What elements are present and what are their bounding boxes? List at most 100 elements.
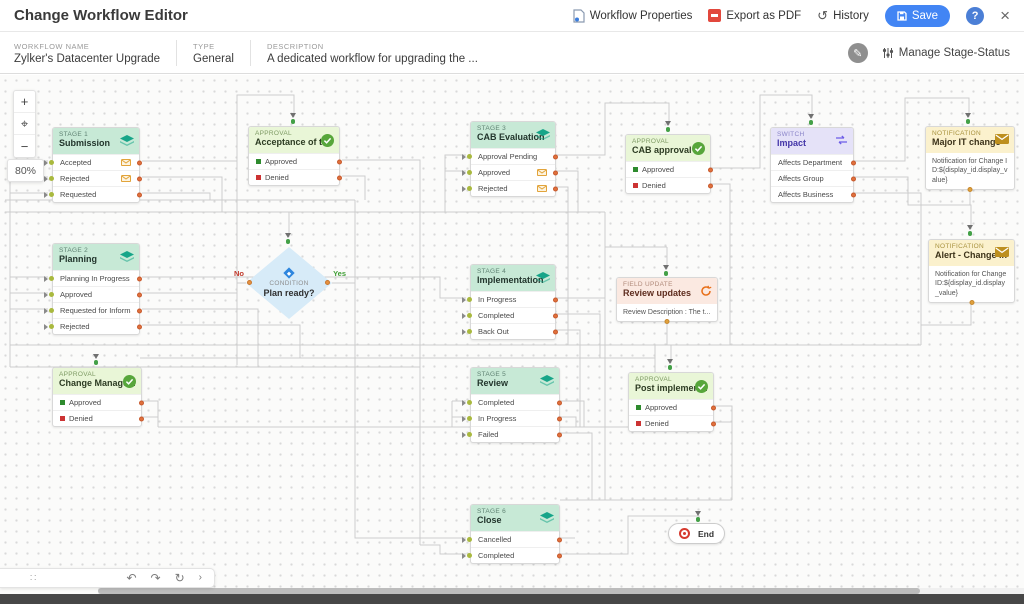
row-input-port[interactable]	[44, 324, 54, 330]
node-row-approved[interactable]: Approved	[249, 153, 339, 169]
node-major-it-change[interactable]: NOTIFICATION Major IT change Notificatio…	[925, 126, 1015, 190]
row-input-port[interactable]	[44, 192, 54, 198]
drag-handle-icon[interactable]: ∷	[30, 573, 36, 584]
save-button[interactable]: Save	[885, 5, 950, 27]
node-row-back-out[interactable]: Back Out	[471, 323, 555, 339]
node-cab-evaluation[interactable]: STAGE 3 CAB Evaluation Approval Pending …	[470, 121, 556, 197]
node-row-affects-department[interactable]: Affects Department	[771, 154, 853, 170]
node-row-denied[interactable]: Denied	[53, 410, 141, 426]
row-output-port[interactable]	[851, 192, 856, 197]
row-input-port[interactable]	[462, 537, 472, 543]
node-row-approved[interactable]: Approved	[53, 286, 139, 302]
manage-stage-status-button[interactable]: Manage Stage-Status	[882, 47, 1010, 59]
node-row-denied[interactable]: Denied	[626, 177, 710, 193]
row-input-port[interactable]	[462, 416, 472, 422]
zoom-out-button[interactable]: −	[14, 135, 35, 157]
node-review[interactable]: STAGE 5 Review Completed In Progress Fai…	[470, 367, 560, 443]
node-row-approved[interactable]: Approved	[471, 164, 555, 180]
node-row-affects-group[interactable]: Affects Group	[771, 170, 853, 186]
row-output-port[interactable]	[137, 192, 142, 197]
node-implementation[interactable]: STAGE 4 Implementation In Progress Compl…	[470, 264, 556, 340]
workflow-canvas[interactable]: + ⌖ − 80% End STAGE 1 Submission Accepte…	[0, 75, 1024, 594]
row-output-port[interactable]	[553, 154, 558, 159]
row-output-port[interactable]	[137, 160, 142, 165]
row-output-port[interactable]	[557, 416, 562, 421]
node-row-approved[interactable]: Approved	[629, 399, 713, 415]
node-row-approval-pending[interactable]: Approval Pending	[471, 148, 555, 164]
node-change-manager[interactable]: APPROVAL Change Manager'... Approved Den…	[52, 367, 142, 427]
row-input-port[interactable]	[462, 313, 472, 319]
node-row-approved[interactable]: Approved	[626, 161, 710, 177]
node-cab-approval[interactable]: APPROVAL CAB approval Approved Denied	[625, 134, 711, 194]
row-input-port[interactable]	[44, 160, 54, 166]
node-row-rejected[interactable]: Rejected	[471, 180, 555, 196]
row-output-port[interactable]	[553, 186, 558, 191]
node-row-failed[interactable]: Failed	[471, 426, 559, 442]
node-row-rejected[interactable]: Rejected	[53, 170, 139, 186]
row-output-port[interactable]	[557, 432, 562, 437]
row-output-port[interactable]	[557, 553, 562, 558]
row-input-port[interactable]	[462, 297, 472, 303]
node-review-updates[interactable]: FIELD UPDATE Review updates Review Descr…	[616, 277, 718, 322]
row-input-port[interactable]	[44, 276, 54, 282]
row-input-port[interactable]	[462, 400, 472, 406]
node-condition-plan-ready[interactable]: CONDITIONPlan ready?NoYes	[246, 247, 332, 319]
history-button[interactable]: ↺ History	[817, 9, 869, 22]
row-output-port[interactable]	[557, 400, 562, 405]
node-alert-change-in[interactable]: NOTIFICATION Alert - Change in ... Notif…	[928, 239, 1015, 303]
node-row-denied[interactable]: Denied	[249, 169, 339, 185]
node-row-cancelled[interactable]: Cancelled	[471, 531, 559, 547]
row-output-port[interactable]	[137, 308, 142, 313]
node-row-requested-for-informat[interactable]: Requested for Informat...	[53, 302, 139, 318]
node-row-accepted[interactable]: Accepted	[53, 154, 139, 170]
node-end[interactable]: End	[668, 523, 725, 544]
row-input-port[interactable]	[44, 176, 54, 182]
export-pdf-button[interactable]: Export as PDF	[708, 9, 801, 22]
node-bottom-port[interactable]	[968, 187, 973, 192]
help-button[interactable]: ?	[966, 7, 984, 25]
close-icon[interactable]: ×	[1000, 7, 1010, 24]
redo-icon[interactable]: ↷	[151, 572, 161, 584]
row-input-port[interactable]	[462, 170, 472, 176]
row-output-port[interactable]	[557, 537, 562, 542]
node-row-rejected[interactable]: Rejected	[53, 318, 139, 334]
row-output-port[interactable]	[553, 170, 558, 175]
collapse-toolbar-icon[interactable]: ›	[199, 573, 202, 583]
node-row-completed[interactable]: Completed	[471, 307, 555, 323]
row-output-port[interactable]	[711, 405, 716, 410]
condition-yes-port[interactable]	[325, 280, 330, 285]
row-input-port[interactable]	[462, 553, 472, 559]
node-submission[interactable]: STAGE 1 Submission Accepted Rejected Req…	[52, 127, 140, 203]
condition-no-port[interactable]	[247, 280, 252, 285]
fit-to-screen-button[interactable]: ⌖	[14, 113, 35, 135]
row-input-port[interactable]	[462, 186, 472, 192]
row-output-port[interactable]	[337, 159, 342, 164]
row-output-port[interactable]	[708, 183, 713, 188]
row-output-port[interactable]	[553, 329, 558, 334]
node-row-denied[interactable]: Denied	[629, 415, 713, 431]
row-output-port[interactable]	[851, 160, 856, 165]
undo-icon[interactable]: ↶	[126, 572, 136, 584]
row-output-port[interactable]	[137, 176, 142, 181]
node-row-approved[interactable]: Approved	[53, 394, 141, 410]
row-input-port[interactable]	[462, 154, 472, 160]
row-input-port[interactable]	[44, 308, 54, 314]
row-input-port[interactable]	[462, 432, 472, 438]
node-bottom-port[interactable]	[665, 319, 670, 324]
node-row-affects-business[interactable]: Affects Business	[771, 186, 853, 202]
edit-workflow-button[interactable]: ✎	[848, 43, 868, 63]
node-bottom-port[interactable]	[969, 300, 974, 305]
node-row-in-progress[interactable]: In Progress	[471, 410, 559, 426]
row-output-port[interactable]	[139, 400, 144, 405]
row-output-port[interactable]	[711, 421, 716, 426]
node-planning[interactable]: STAGE 2 Planning Planning In Progress Ap…	[52, 243, 140, 335]
node-acceptance-of-the[interactable]: APPROVAL Acceptance of the... Approved D…	[248, 126, 340, 186]
row-output-port[interactable]	[851, 176, 856, 181]
node-impact[interactable]: SWITCH Impact Affects Department Affects…	[770, 127, 854, 203]
node-row-in-progress[interactable]: In Progress	[471, 291, 555, 307]
node-row-completed[interactable]: Completed	[471, 547, 559, 563]
row-output-port[interactable]	[137, 292, 142, 297]
node-row-completed[interactable]: Completed	[471, 394, 559, 410]
row-output-port[interactable]	[553, 313, 558, 318]
node-row-planning-in-progress[interactable]: Planning In Progress	[53, 270, 139, 286]
